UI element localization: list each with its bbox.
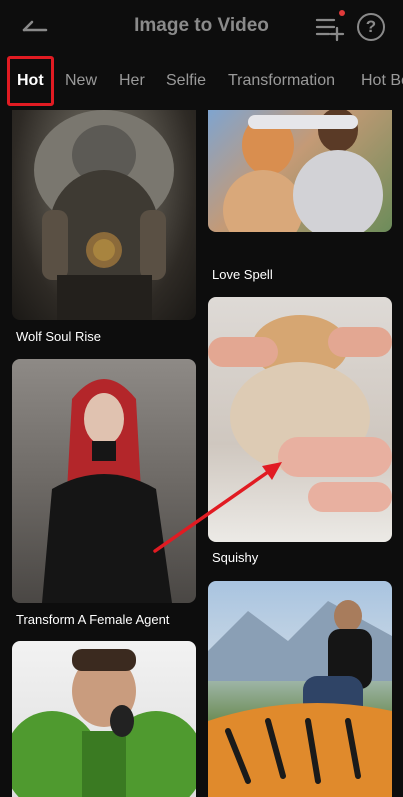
template-card-tiger-rider[interactable]	[208, 581, 392, 797]
template-grid: Wolf Soul Rise Love Spell Transform A Fe…	[0, 110, 403, 797]
template-card-squishy[interactable]	[208, 297, 392, 542]
task-queue-button[interactable]	[312, 12, 346, 44]
caption-love-spell: Love Spell	[212, 267, 273, 282]
wolf-warrior-image	[12, 110, 196, 320]
squished-cat-image	[208, 297, 392, 542]
tab-her[interactable]: Her	[119, 72, 145, 90]
template-card-wolf-soul-rise[interactable]	[12, 110, 196, 320]
green-monster-image	[12, 641, 196, 797]
caption-wolf-soul-rise: Wolf Soul Rise	[16, 329, 102, 344]
category-tabs: Hot New Her Selfie Transformation Hot Be	[0, 54, 403, 110]
help-circle-icon: ?	[365, 17, 377, 36]
tab-selfie[interactable]: Selfie	[166, 72, 206, 90]
top-bar: Image to Video ?	[0, 0, 403, 54]
help-button[interactable]: ?	[357, 13, 385, 41]
notification-dot	[339, 10, 345, 16]
tab-highlight-box	[7, 56, 54, 106]
task-list-icon	[315, 18, 345, 42]
tab-new[interactable]: New	[65, 72, 97, 90]
tab-hot-be[interactable]: Hot Be	[361, 72, 403, 90]
caption-squishy: Squishy	[212, 550, 259, 565]
template-card-green-monster[interactable]	[12, 641, 196, 797]
tiger-rider-image	[208, 581, 392, 797]
template-card-love-spell[interactable]	[208, 110, 392, 232]
caption-transform-female-agent: Transform A Female Agent	[16, 612, 170, 627]
tab-transformation[interactable]: Transformation	[228, 72, 335, 90]
template-card-transform-female-agent[interactable]	[12, 359, 196, 603]
female-agent-image	[12, 359, 196, 603]
couple-image	[208, 110, 392, 232]
